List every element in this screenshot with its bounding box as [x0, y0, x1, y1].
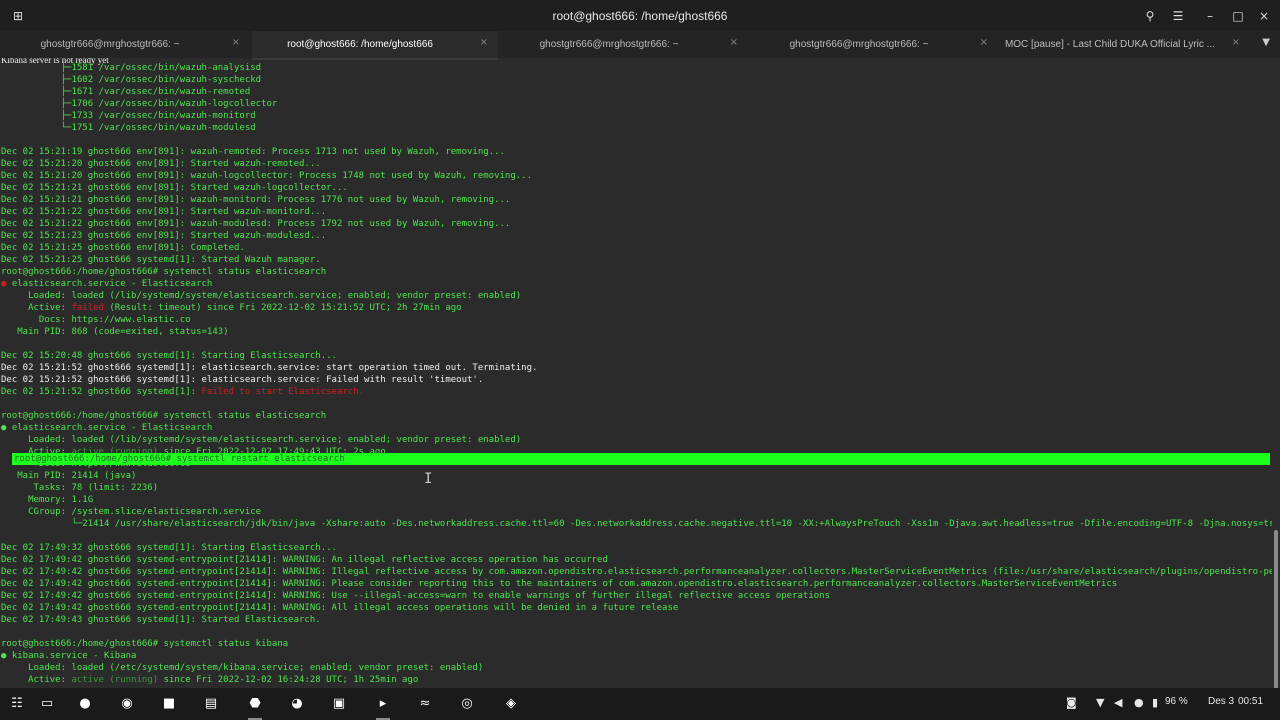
filezilla-icon[interactable]: ▣ [326, 692, 352, 716]
window-title: root@ghost666: /home/ghost666 [552, 9, 728, 23]
postman-icon[interactable]: ◕ [284, 692, 310, 716]
tab-3[interactable]: ghostgtr666@mrghostgtr666: ~ × [500, 31, 748, 58]
terminal-line: Dec 02 15:21:25 ghost666 env[891]: Compl… [1, 243, 245, 253]
tab-label: root@ghost666: /home/ghost666 [287, 39, 433, 50]
terminal-line: ├─1671 /var/ossec/bin/wazuh-remoted [1, 87, 251, 97]
terminal-line: Dec 02 15:21:22 ghost666 env[891]: Start… [1, 207, 327, 217]
tab-5[interactable]: MOC [pause] - Last Child DUKA Official L… [1000, 31, 1250, 58]
scrollbar-thumb[interactable] [1274, 530, 1278, 702]
close-icon[interactable]: × [980, 37, 988, 48]
terminal-line: Dec 02 15:21:25 ghost666 systemd[1]: Sta… [1, 255, 321, 265]
terminal-line: Dec 02 15:21:22 ghost666 env[891]: wazuh… [1, 219, 511, 229]
terminal-line: Docs: https://www.elastic.co [1, 315, 191, 325]
terminal-line: Dec 02 17:49:42 ghost666 systemd-entrypo… [1, 579, 1118, 589]
settings-app-icon[interactable]: ◈ [498, 692, 524, 716]
terminal-line: ● elasticsearch.service - Elasticsearch [1, 279, 213, 289]
close-icon[interactable]: × [232, 37, 240, 48]
firefox-icon[interactable]: ● [72, 692, 98, 716]
terminal-line: Dec 02 15:21:19 ghost666 env[891]: wazuh… [1, 147, 505, 157]
terminal-line: Active: failed (Result: timeout) since F… [1, 303, 462, 313]
terminal-line: Dec 02 17:49:42 ghost666 systemd-entrypo… [1, 567, 1272, 577]
tab-label: MOC [pause] - Last Child DUKA Official L… [1004, 39, 1216, 50]
tab-4[interactable]: ghostgtr666@mrghostgtr666: ~ × [750, 31, 998, 58]
taskbar: ☷ ▭ ● ◉ ■ ▤ ⬣ ◕ ▣ ▸ ≈ ◎ ◈ ◙ ▼ ◀ ● ▮ 96 % Des 3 00:51 [0, 688, 1280, 720]
volume-icon[interactable]: ◀ [1114, 696, 1122, 709]
tab-1[interactable]: ghostgtr666@mrghostgtr666: ~ × [0, 31, 250, 58]
terminal-line: root@ghost666:/home/ghost666# systemctl … [1, 411, 327, 421]
terminal-line: Dec 02 17:49:42 ghost666 systemd-entrypo… [1, 603, 679, 613]
microphone-icon[interactable]: ● [1134, 696, 1144, 709]
app-grid-icon[interactable]: ☷ [4, 692, 30, 716]
terminal-line: Dec 02 15:21:20 ghost666 env[891]: Start… [1, 159, 321, 169]
tab-label: ghostgtr666@mrghostgtr666: ~ [789, 39, 929, 50]
terminal-line: Loaded: loaded (/lib/systemd/system/elas… [1, 435, 522, 445]
screen-recorder-icon[interactable]: ◎ [454, 692, 480, 716]
hamburger-menu-icon[interactable]: ☰ [1168, 6, 1188, 26]
terminal-line: Dec 02 17:49:42 ghost666 systemd-entrypo… [1, 591, 831, 601]
close-icon[interactable]: × [480, 37, 488, 48]
terminal-line: Dec 02 15:21:52 ghost666 systemd[1]: ela… [1, 375, 484, 385]
mouse-cursor-icon: I [424, 471, 433, 487]
battery-icon[interactable]: ▮ [1152, 696, 1158, 709]
text-editor-icon[interactable]: ▤ [198, 692, 224, 716]
terminal-line: └─21414 /usr/share/elasticsearch/jdk/bin… [1, 519, 1272, 529]
terminal-line: root@ghost666:/home/ghost666# systemctl … [1, 267, 327, 277]
terminal-line: Dec 02 15:21:21 ghost666 env[891]: Start… [1, 183, 348, 193]
terminal-line: └─1751 /var/ossec/bin/wazuh-modulesd [1, 123, 256, 133]
zoom-icon[interactable]: ■ [156, 692, 182, 716]
terminal-output[interactable]: Kibana server is not ready yet ├─1581 /v… [0, 58, 1272, 688]
terminal-line: ├─1602 /var/ossec/bin/wazuh-syscheckd [1, 75, 262, 85]
terminal-line: CGroup: /system.slice/elasticsearch.serv… [1, 507, 262, 517]
terminal-line: ● elasticsearch.service - Elasticsearch [1, 423, 213, 433]
terminal-line: root@ghost666:/home/ghost666# systemctl … [1, 639, 289, 649]
terminal-line: Dec 02 17:49:42 ghost666 systemd-entrypo… [1, 555, 608, 565]
tab-label: ghostgtr666@mrghostgtr666: ~ [40, 39, 180, 50]
selected-command-line[interactable]: root@ghost666:/home/ghost666# systemctl … [12, 453, 1270, 465]
chrome-icon[interactable]: ◉ [114, 692, 140, 716]
terminal-line: Dec 02 17:49:32 ghost666 systemd[1]: Sta… [1, 543, 337, 553]
vscode-icon[interactable]: ⬣ [242, 692, 268, 720]
terminal-line: Tasks: 78 (limit: 2236) [1, 483, 159, 493]
terminal-line: Loaded: loaded (/etc/systemd/system/kiba… [1, 663, 484, 673]
terminal-line: Main PID: 868 (code=exited, status=143) [1, 327, 229, 337]
terminal-line: ├─1706 /var/ossec/bin/wazuh-logcollector [1, 99, 278, 109]
window-titlebar: ⊞ root@ghost666: /home/ghost666 ⚲ ☰ – □ … [0, 0, 1280, 31]
terminal-line: Active: active (running) since Fri 2022-… [1, 675, 419, 685]
terminal-line: Memory: 1.1G [1, 495, 94, 505]
selected-command-text: root@ghost666:/home/ghost666# systemctl … [14, 454, 345, 464]
date-label[interactable]: Des 3 [1208, 696, 1234, 707]
terminal-line: Dec 02 15:20:48 ghost666 systemd[1]: Sta… [1, 351, 337, 361]
terminal-line: Dec 02 15:21:20 ghost666 env[891]: wazuh… [1, 171, 533, 181]
terminal-line: ├─1733 /var/ossec/bin/wazuh-monitord [1, 111, 256, 121]
terminal-line: Dec 02 15:21:23 ghost666 env[891]: Start… [1, 231, 327, 241]
terminal-line: Dec 02 17:49:43 ghost666 systemd[1]: Sta… [1, 615, 321, 625]
camera-icon[interactable]: ◙ [1066, 696, 1077, 709]
terminal-line: Dec 02 15:21:52 ghost666 systemd[1]: ela… [1, 363, 538, 373]
tab-label: ghostgtr666@mrghostgtr666: ~ [539, 39, 679, 50]
minimize-icon[interactable]: – [1200, 6, 1220, 26]
clock-label[interactable]: 00:51 [1238, 696, 1263, 707]
wifi-icon[interactable]: ▼ [1096, 696, 1104, 709]
terminal-scrollbar[interactable] [1272, 58, 1280, 702]
close-icon[interactable]: × [1232, 37, 1240, 48]
maximize-icon[interactable]: □ [1228, 6, 1248, 26]
terminal-icon[interactable]: ▸ [370, 692, 396, 720]
terminal-line: ├─1581 /var/ossec/bin/wazuh-analysisd [1, 63, 262, 73]
chevron-down-icon[interactable]: ▼ [1262, 37, 1270, 48]
terminal-line: Loaded: loaded (/lib/systemd/system/elas… [1, 291, 522, 301]
terminal-line: Main PID: 21414 (java) [1, 471, 137, 481]
terminal-line: Dec 02 15:21:21 ghost666 env[891]: wazuh… [1, 195, 511, 205]
terminal-line: ● kibana.service - Kibana [1, 651, 137, 661]
close-icon[interactable]: × [730, 37, 738, 48]
system-monitor-icon[interactable]: ≈ [412, 692, 438, 716]
tab-bar: ghostgtr666@mrghostgtr666: ~ × root@ghos… [0, 31, 1280, 60]
terminal-line: Dec 02 15:21:52 ghost666 systemd[1]: Fai… [1, 387, 365, 397]
files-icon[interactable]: ▭ [34, 692, 60, 716]
battery-percent: 96 % [1165, 696, 1188, 707]
close-icon[interactable]: × [1254, 6, 1274, 26]
tab-2[interactable]: root@ghost666: /home/ghost666 × [252, 31, 498, 60]
search-icon[interactable]: ⚲ [1140, 6, 1160, 26]
